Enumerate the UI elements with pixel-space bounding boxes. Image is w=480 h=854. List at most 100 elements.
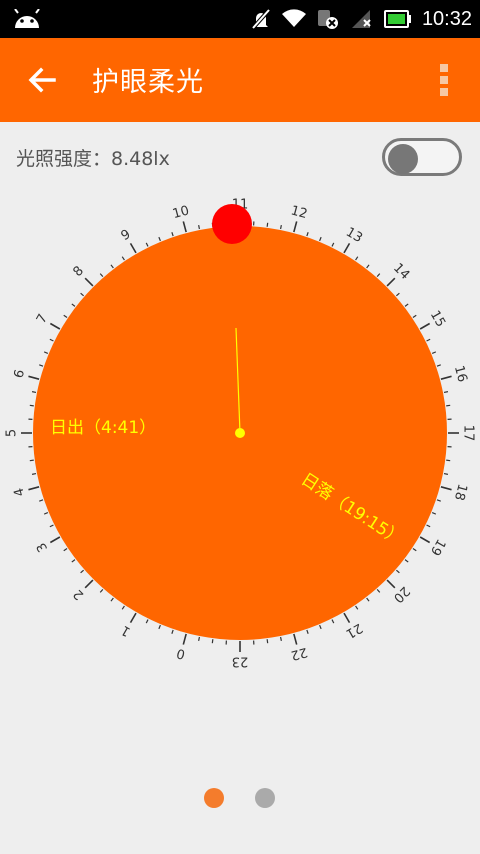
page-dot-2[interactable] bbox=[255, 788, 275, 808]
dial-tick bbox=[436, 499, 441, 502]
dial-tick bbox=[376, 588, 381, 593]
dial-tick bbox=[446, 459, 451, 462]
dial-tick bbox=[99, 273, 104, 278]
dial-tick bbox=[84, 579, 94, 589]
dial-tick bbox=[376, 273, 381, 278]
dial-tick bbox=[28, 486, 40, 491]
dial-tick bbox=[395, 292, 400, 297]
data-icon bbox=[317, 10, 338, 29]
day-dial: 012345678910 11 121314151617181920212223 日… bbox=[5, 198, 476, 669]
dial-tick bbox=[182, 221, 187, 233]
dial-tick bbox=[158, 236, 161, 242]
dial-tick bbox=[80, 569, 85, 574]
dial-tick bbox=[436, 364, 441, 367]
dial-tick bbox=[49, 322, 61, 330]
dial-tick bbox=[31, 391, 37, 394]
dial-tick bbox=[198, 224, 201, 230]
dial-tick bbox=[171, 629, 174, 634]
dial-tick bbox=[343, 242, 351, 254]
hour-label: 9 bbox=[119, 227, 134, 244]
eye-care-toggle[interactable] bbox=[382, 138, 462, 176]
overflow-menu-icon[interactable] bbox=[432, 60, 456, 100]
hour-label: 1 bbox=[119, 622, 134, 639]
dial-tick bbox=[84, 277, 94, 287]
dial-tick bbox=[99, 588, 104, 593]
dial-tick bbox=[331, 619, 335, 624]
dial-tick bbox=[306, 629, 309, 634]
hour-label: 6 bbox=[11, 368, 28, 380]
dial-tick bbox=[366, 597, 370, 602]
dial-tick bbox=[443, 472, 449, 475]
dial-tick bbox=[419, 536, 431, 544]
dial-tick bbox=[39, 364, 44, 367]
hour-label: 3 bbox=[34, 540, 51, 555]
dial-tick bbox=[426, 524, 431, 528]
hand-hub bbox=[235, 428, 245, 438]
dial-tick bbox=[49, 536, 61, 544]
dial-tick bbox=[145, 242, 149, 247]
current-position-marker[interactable] bbox=[212, 204, 252, 244]
dial-tick bbox=[279, 636, 282, 642]
wifi-icon bbox=[281, 9, 306, 27]
dial-tick bbox=[443, 391, 449, 394]
dial-tick bbox=[129, 612, 137, 624]
mute-icon bbox=[251, 8, 271, 30]
dial-tick bbox=[266, 639, 269, 644]
hour-label: 12 bbox=[289, 203, 309, 222]
toggle-knob[interactable] bbox=[388, 144, 418, 174]
arrow-left-icon[interactable] bbox=[26, 64, 58, 96]
dial-tick bbox=[171, 232, 174, 237]
dial-tick bbox=[158, 624, 161, 630]
dial-tick bbox=[43, 512, 49, 515]
dial-tick bbox=[446, 404, 451, 407]
dial-tick bbox=[145, 619, 149, 624]
android-icon bbox=[14, 9, 40, 28]
dial-tick bbox=[306, 232, 309, 237]
dial-tick bbox=[71, 559, 76, 563]
dial-tick bbox=[39, 499, 44, 502]
hour-label: 21 bbox=[343, 620, 365, 641]
dial-tick bbox=[319, 236, 322, 242]
dial-tick bbox=[29, 459, 34, 462]
dial-tick bbox=[71, 303, 76, 307]
dial-tick bbox=[110, 264, 114, 269]
dial-tick bbox=[293, 633, 298, 645]
status-clock: 10:32 bbox=[421, 7, 472, 30]
dial-tick bbox=[29, 404, 34, 407]
battery-icon bbox=[383, 10, 411, 28]
dial-tick bbox=[63, 548, 68, 552]
dial-tick bbox=[28, 375, 40, 380]
hour-label: 16 bbox=[451, 364, 470, 384]
signal-icon bbox=[351, 10, 371, 28]
dial-tick bbox=[386, 579, 396, 589]
dial-tick bbox=[49, 524, 54, 528]
dial-tick bbox=[293, 221, 298, 233]
dial-tick bbox=[419, 322, 431, 330]
hour-label: 22 bbox=[289, 644, 309, 663]
dial-tick bbox=[355, 256, 359, 261]
dial-tick bbox=[440, 375, 452, 380]
dial-tick bbox=[49, 338, 54, 342]
dial-tick bbox=[279, 224, 282, 230]
dial-tick bbox=[319, 624, 322, 630]
hour-label: 2 bbox=[71, 586, 87, 602]
status-bar: 10:32 bbox=[0, 0, 480, 38]
hour-label: 7 bbox=[34, 312, 51, 327]
hour-label: 19 bbox=[427, 536, 448, 558]
dial-tick bbox=[63, 314, 68, 318]
dial-tick bbox=[266, 222, 269, 227]
hour-label: 5 bbox=[5, 429, 20, 437]
page-dot-1[interactable] bbox=[204, 788, 224, 808]
hour-label: 10 bbox=[171, 203, 191, 222]
dial-tick bbox=[80, 292, 85, 297]
hour-label: 13 bbox=[343, 225, 365, 246]
hour-label: 0 bbox=[175, 645, 187, 662]
dial-tick bbox=[386, 277, 396, 287]
hour-label: 17 bbox=[461, 425, 476, 442]
hour-label: 15 bbox=[427, 308, 448, 330]
dial-tick bbox=[395, 569, 400, 574]
hour-label: 4 bbox=[11, 486, 28, 498]
dial-tick bbox=[440, 486, 452, 491]
dial-tick bbox=[31, 472, 37, 475]
dial-tick bbox=[121, 605, 125, 610]
